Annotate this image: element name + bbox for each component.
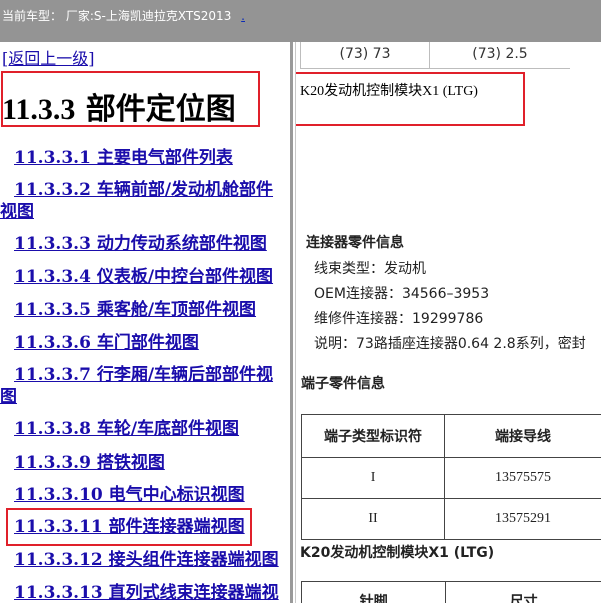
toc-item-11-3-3-6[interactable]: 11.3.3.6 车门部件视图 — [14, 332, 290, 354]
toc-item-11-3-3-10[interactable]: 11.3.3.10 电气中心标识视图 — [14, 484, 290, 506]
table-header-row: 针脚 尺寸 — [300, 581, 601, 603]
toc-item-11-3-3-1[interactable]: 11.3.3.1 主要电气部件列表 — [14, 147, 290, 169]
terminal-table: 端子类型标识符 端接导线 I 13575575 II 13575291 — [300, 414, 601, 540]
table-cell: (73) 73 — [300, 42, 430, 69]
toc-item-11-3-3-8[interactable]: 11.3.3.8 车轮/车底部件视图 — [14, 418, 290, 440]
toc-item-11-3-3-12[interactable]: 11.3.3.12 接头组件连接器端视图 — [14, 549, 290, 571]
column-header: 端子类型标识符 — [300, 414, 446, 458]
module-highlight — [296, 72, 525, 126]
module-title-2: K20发动机控制模块X1 (LTG) — [300, 545, 495, 561]
connector-info-oem: OEM连接器：34566–3953 — [314, 286, 490, 302]
column-header: 端接导线 — [444, 414, 601, 458]
connector-info-desc: 说明：73路插座连接器0.64 2.8系列，密封 — [314, 336, 586, 352]
table-cell: (73) 2.5 — [429, 42, 570, 69]
toc-item-11-3-3-7[interactable]: 11.3.3.7 行李厢/车辆后部部件视图 — [0, 364, 285, 408]
pane-divider[interactable] — [290, 42, 293, 603]
table-cell: 13575291 — [444, 498, 601, 540]
vehicle-bar: 当前车型： 厂家:S-上海凯迪拉克XTS2013 . — [0, 0, 601, 42]
vehicle-name: 厂家:S-上海凯迪拉克XTS2013 — [65, 9, 232, 23]
vehicle-prefix: 当前车型： — [2, 9, 63, 23]
table-row: II 13575291 — [300, 498, 601, 540]
table-cell: I — [300, 457, 446, 499]
back-link[interactable]: [返回上一级] — [2, 45, 95, 69]
toc-item-11-3-3-9[interactable]: 11.3.3.9 搭铁视图 — [14, 452, 290, 474]
toc-item-11-3-3-4[interactable]: 11.3.3.4 仪表板/中控台部件视图 — [14, 266, 290, 288]
connector-heading: 连接器零件信息 — [306, 235, 404, 251]
toc-item-11-3-3-5[interactable]: 11.3.3.5 乘客舱/车顶部件视图 — [14, 299, 290, 321]
connector-info-service: 维修件连接器：19299786 — [314, 311, 484, 327]
table-cell: II — [300, 498, 446, 540]
column-header: 尺寸 — [445, 581, 601, 603]
toc-item-11-3-3-2[interactable]: 11.3.3.2 车辆前部/发动机舱部件视图 — [0, 179, 285, 223]
column-header: 针脚 — [300, 581, 447, 603]
table-row: (73) 73 (73) 2.5 — [300, 42, 570, 69]
terminal-heading: 端子零件信息 — [301, 376, 385, 392]
table-cell: 13575575 — [444, 457, 601, 499]
title-highlight — [1, 71, 260, 127]
toc-pane: [返回上一级] 11.3.3 部件定位图 11.3.3.1 主要电气部件列表 1… — [0, 42, 290, 603]
content-pane: (73) 73 (73) 2.5 K20发动机控制模块X1 (LTG) 连接器零… — [296, 42, 601, 603]
table-row: I 13575575 — [300, 457, 601, 499]
pin-table-tail: (73) 73 (73) 2.5 — [300, 42, 570, 69]
vehicle-link[interactable]: . — [241, 9, 245, 23]
connector-info-harness: 线束类型：发动机 — [314, 261, 426, 277]
item-highlight — [6, 508, 252, 546]
vehicle-text: 当前车型： 厂家:S-上海凯迪拉克XTS2013 . — [2, 7, 245, 24]
toc-item-11-3-3-13[interactable]: 11.3.3.13 直列式线束连接器端视 — [14, 582, 290, 603]
pin-table: 针脚 尺寸 — [300, 581, 601, 603]
table-header-row: 端子类型标识符 端接导线 — [300, 414, 601, 458]
toc-item-11-3-3-3[interactable]: 11.3.3.3 动力传动系统部件视图 — [14, 233, 290, 255]
